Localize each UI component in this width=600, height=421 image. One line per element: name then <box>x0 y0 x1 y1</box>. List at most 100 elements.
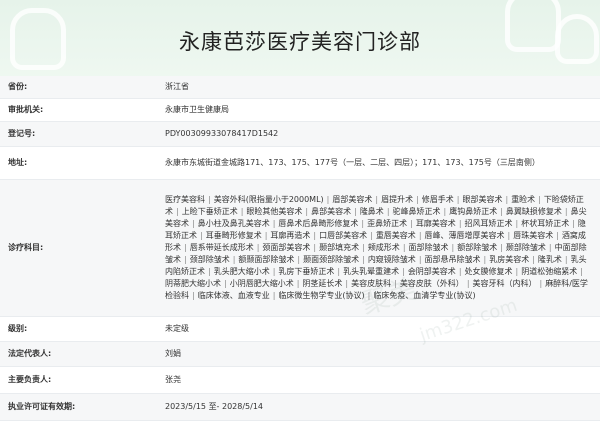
subject-separator: | <box>345 278 349 288</box>
subject-separator: | <box>539 278 543 288</box>
subject-separator: | <box>184 243 187 253</box>
subject-separator: | <box>224 278 227 288</box>
subject-separator: | <box>232 254 236 264</box>
subject-item: 唇鼻术后鼻畸形修复术 <box>278 219 359 229</box>
row-label: 法定代表人: <box>0 341 156 367</box>
subject-separator: | <box>394 278 397 288</box>
subject-separator: | <box>362 243 365 253</box>
info-row-license-validity: 执业许可证有效期: 2023/5/15 至- 2028/5/14 <box>0 393 600 421</box>
subject-separator: | <box>272 266 276 276</box>
subject-separator: | <box>458 219 462 229</box>
info-row-legal-rep: 法定代表人: 刘娟 <box>0 341 600 367</box>
subject-separator: | <box>483 254 487 264</box>
subject-separator: | <box>580 266 583 276</box>
subject-separator: | <box>410 219 413 229</box>
subject-item: 医疗美容科 <box>165 195 205 205</box>
row-value: 未定级 <box>156 316 600 342</box>
row-value: 浙江省 <box>156 76 600 99</box>
info-row-manager: 主要负责人: 张尧 <box>0 366 600 394</box>
subject-separator: | <box>402 266 405 276</box>
subject-item: 美容牙科（内科） <box>472 278 537 288</box>
subject-item: 临床微生物学专业(协议) <box>278 290 365 300</box>
row-label: 主要负责人: <box>0 366 156 394</box>
subject-item: 处女膜修复术 <box>464 266 513 276</box>
row-value: PDY003099330784​17D1542 <box>156 121 600 147</box>
subject-item: 乳房下垂矫正术 <box>278 266 335 276</box>
info-row-province: 省份: 浙江省 <box>0 76 600 99</box>
subject-separator: | <box>556 231 559 241</box>
subject-separator: | <box>326 195 330 205</box>
subject-item: 鼻部美容术 <box>311 207 352 217</box>
subject-item: 招风耳矫正术 <box>464 219 513 229</box>
subject-separator: | <box>572 219 575 229</box>
subject-separator: | <box>361 219 365 229</box>
row-value: 永康市东城街道金城路171、173、175、177号（一层、二层、四层）；171… <box>156 146 600 180</box>
subject-separator: | <box>515 266 519 276</box>
row-label: 诊疗科目: <box>0 179 156 317</box>
subject-separator: | <box>466 278 470 288</box>
subject-separator: | <box>402 243 406 253</box>
subject-item: 面部除皱术 <box>408 243 449 253</box>
subject-item: 眉提升术 <box>381 195 414 205</box>
subject-separator: | <box>305 207 309 217</box>
row-value: 张尧 <box>156 366 600 394</box>
subject-separator: | <box>264 231 268 241</box>
row-label: 执业许可证有效期: <box>0 393 156 421</box>
subject-separator: | <box>176 207 179 217</box>
subject-separator: | <box>443 207 447 217</box>
row-value: 医疗美容科 | 美容外科(限指量小于2000ML) | 眉部美容术 | 眉提升术 | 修眉手术 |… <box>156 179 600 317</box>
subject-separator: | <box>200 231 203 241</box>
subject-item: 鼻翼缺损修复术 <box>505 207 562 217</box>
subject-separator: | <box>184 254 187 264</box>
subject-item: 唇系带延长成形术 <box>189 243 254 253</box>
subject-item: 眼睑其他美容术 <box>246 207 303 217</box>
row-label: 省份: <box>0 76 156 99</box>
row-label: 登记号: <box>0 121 156 147</box>
row-value: 永康市卫生健康局 <box>156 98 600 122</box>
subject-item: 唇珠美容术 <box>513 231 554 241</box>
subject-item: 重唇美容术 <box>375 231 416 241</box>
subject-separator: | <box>296 278 300 288</box>
subject-separator: | <box>500 243 503 253</box>
subject-separator: | <box>548 243 552 253</box>
subject-item: 临床免疫、血清学专业(协议) <box>373 290 476 300</box>
subject-separator: | <box>192 290 195 300</box>
subject-item: 杯状耳矫正术 <box>521 219 570 229</box>
subject-separator: | <box>458 266 462 276</box>
subject-separator: | <box>367 290 371 300</box>
subject-item: 面部悬吊除皱术 <box>424 254 481 264</box>
subject-separator: | <box>362 254 365 264</box>
subject-item: 乳头乳晕重建术 <box>343 266 400 276</box>
subject-item: 乳房美容术 <box>489 254 530 264</box>
subject-separator: | <box>375 195 379 205</box>
subject-item: 颞部填充术 <box>319 243 360 253</box>
subject-separator: | <box>192 219 195 229</box>
subject-separator: | <box>240 207 244 217</box>
subject-separator: | <box>564 207 568 217</box>
subject-item: 颊成形术 <box>367 243 400 253</box>
row-label: 审批机关: <box>0 98 156 122</box>
row-value: 刘娟 <box>156 341 600 367</box>
info-row-authority: 审批机关: 永康市卫生健康局 <box>0 98 600 122</box>
subject-item: 口唇部美容术 <box>319 231 368 241</box>
subject-separator: | <box>297 254 301 264</box>
subject-separator: | <box>564 254 568 264</box>
subject-item: 阴道松弛缩紧术 <box>521 266 578 276</box>
subject-separator: | <box>208 266 211 276</box>
subject-item: 额部除皱术 <box>457 243 498 253</box>
subject-item: 唇峰、薄唇增厚美容术 <box>424 231 505 241</box>
subject-separator: | <box>456 195 460 205</box>
subject-separator: | <box>416 195 419 205</box>
subject-item: 内窥镜除皱术 <box>367 254 416 264</box>
subject-item: 隆乳术 <box>537 254 562 264</box>
subject-item: 美容皮肤（外科） <box>399 278 464 288</box>
subject-item: 颞部除皱术 <box>505 243 546 253</box>
subject-item: 阴茎延长术 <box>302 278 343 288</box>
subject-separator: | <box>208 195 211 205</box>
subject-item: 耳廓美容术 <box>415 219 456 229</box>
subject-separator: | <box>354 207 357 217</box>
subject-item: 上睑下垂矫正术 <box>181 207 238 217</box>
subject-item: 颞面颈部除皱术 <box>303 254 360 264</box>
subject-item: 修眉手术 <box>421 195 454 205</box>
subject-item: 重睑术 <box>511 195 536 205</box>
